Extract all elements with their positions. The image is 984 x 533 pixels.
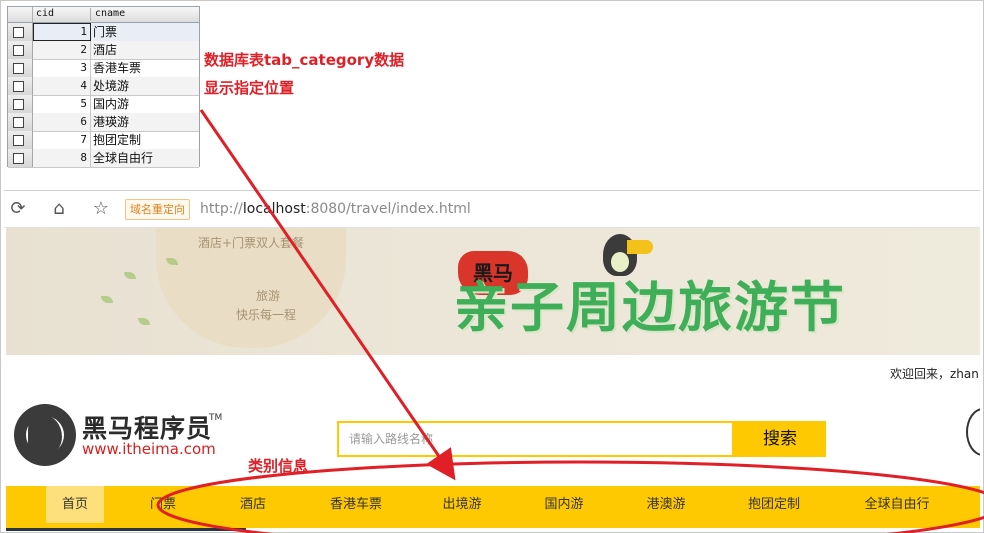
db-row-selector[interactable]: [8, 113, 33, 131]
db-cell-cid[interactable]: 5: [33, 95, 91, 113]
db-row[interactable]: 8 全球自由行: [8, 149, 199, 168]
row-checkbox[interactable]: [13, 117, 24, 128]
db-cell-cid[interactable]: 6: [33, 113, 91, 131]
row-checkbox[interactable]: [13, 45, 24, 56]
logo-trademark: TM: [209, 413, 223, 423]
db-table-grid: cid cname 1 门票 2 酒店 3 香港车票 4 处境游 5 国内游 6…: [7, 6, 200, 168]
banner-sack-line2: 旅游: [255, 289, 280, 303]
db-cell-cid[interactable]: 8: [33, 149, 91, 167]
annotation-display-position: 显示指定位置: [204, 79, 295, 97]
nav-item-tickets[interactable]: 门票: [134, 486, 192, 523]
nav-item-home[interactable]: 首页: [46, 486, 104, 523]
search-input[interactable]: [337, 421, 734, 457]
db-row[interactable]: 5 国内游: [8, 95, 199, 114]
db-column-cname: cname: [95, 8, 126, 19]
nav-item-hk-macau[interactable]: 港澳游: [636, 486, 696, 523]
db-cell-cname[interactable]: 香港车票: [92, 59, 199, 77]
db-cell-cname[interactable]: 门票: [92, 23, 199, 41]
db-row-selector[interactable]: [8, 95, 33, 113]
db-table-header: cid cname: [8, 7, 199, 23]
db-row-selector[interactable]: [8, 59, 33, 77]
db-cell-cname[interactable]: 抱团定制: [92, 131, 199, 149]
welcome-text: 欢迎回来，zhan: [890, 367, 979, 381]
leaf-decoration: [124, 272, 136, 279]
banner-sack-line3: 快乐每一程: [235, 308, 296, 322]
row-checkbox[interactable]: [13, 135, 24, 146]
nav-item-free-travel[interactable]: 全球自由行: [852, 486, 942, 523]
search-button[interactable]: 搜索: [734, 421, 826, 457]
annotation-db-source: 数据库表tab_category数据: [204, 51, 405, 69]
leaf-decoration: [101, 296, 113, 303]
row-checkbox[interactable]: [13, 63, 24, 74]
nav-item-domestic[interactable]: 国内游: [534, 486, 594, 523]
address-bar[interactable]: http://localhost:8080/travel/index.html: [200, 199, 471, 219]
row-checkbox[interactable]: [13, 153, 24, 164]
promo-banner[interactable]: 酒店+门票双人套餐 旅游 快乐每一程 黑马 亲子周边旅游节: [6, 228, 980, 355]
logo-url[interactable]: www.itheima.com: [82, 440, 216, 458]
browser-toolbar: ⟳ ⌂ ☆ 域名重定向 http://localhost:8080/travel…: [4, 191, 980, 228]
db-row[interactable]: 2 酒店: [8, 41, 199, 60]
db-header-corner: [8, 7, 33, 22]
redirect-badge[interactable]: 域名重定向: [125, 199, 190, 220]
annotation-category-info: 类别信息: [248, 457, 309, 475]
nav-item-group-custom[interactable]: 抱团定制: [736, 486, 812, 523]
db-row[interactable]: 4 处境游: [8, 77, 199, 96]
url-path: :8080/travel/index.html: [305, 201, 471, 217]
db-cell-cname[interactable]: 港瑛游: [92, 113, 199, 131]
db-row-selector[interactable]: [8, 149, 33, 167]
horse-logo-icon: [28, 415, 62, 455]
db-column-cid: cid: [33, 8, 91, 21]
db-cell-cid[interactable]: 4: [33, 77, 91, 95]
banner-festival-title: 亲子周边旅游节: [454, 276, 846, 339]
db-cell-cid[interactable]: 1: [33, 23, 91, 41]
db-row[interactable]: 3 香港车票: [8, 59, 199, 78]
nav-item-hotel[interactable]: 酒店: [224, 486, 282, 523]
db-cell-cid[interactable]: 3: [33, 59, 91, 77]
banner-sack-line1: 酒店+门票双人套餐: [197, 236, 305, 250]
db-row-selector[interactable]: [8, 77, 33, 95]
db-cell-cid[interactable]: 2: [33, 41, 91, 59]
nav-item-hk-tickets[interactable]: 香港车票: [316, 486, 396, 523]
content-strip: [6, 528, 246, 531]
db-cell-cname[interactable]: 国内游: [92, 95, 199, 113]
leaf-decoration: [138, 318, 150, 325]
home-icon[interactable]: ⌂: [48, 198, 70, 220]
db-cell-cid[interactable]: 7: [33, 131, 91, 149]
nav-item-outbound[interactable]: 出境游: [432, 486, 492, 523]
browser-window: ⟳ ⌂ ☆ 域名重定向 http://localhost:8080/travel…: [4, 190, 980, 531]
db-row[interactable]: 6 港瑛游: [8, 113, 199, 132]
bookmark-star-icon[interactable]: ☆: [90, 198, 112, 220]
reload-icon[interactable]: ⟳: [7, 198, 29, 220]
db-row-selector[interactable]: [8, 131, 33, 149]
db-row-selector[interactable]: [8, 41, 33, 59]
row-checkbox[interactable]: [13, 99, 24, 110]
db-row[interactable]: 1 门票: [8, 23, 199, 42]
url-host: localhost: [242, 201, 306, 217]
db-cell-cname[interactable]: 处境游: [92, 77, 199, 95]
category-nav: 首页 门票 酒店 香港车票 出境游 国内游 港澳游 抱团定制 全球自由行: [6, 486, 980, 528]
db-row-selector[interactable]: [8, 23, 33, 41]
db-row[interactable]: 7 抱团定制: [8, 131, 199, 150]
row-checkbox[interactable]: [13, 27, 24, 38]
db-cell-cname[interactable]: 全球自由行: [92, 149, 199, 167]
url-scheme: http://: [200, 201, 243, 217]
db-cell-cname[interactable]: 酒店: [92, 41, 199, 59]
row-checkbox[interactable]: [13, 81, 24, 92]
partial-circle-icon: [966, 408, 980, 456]
